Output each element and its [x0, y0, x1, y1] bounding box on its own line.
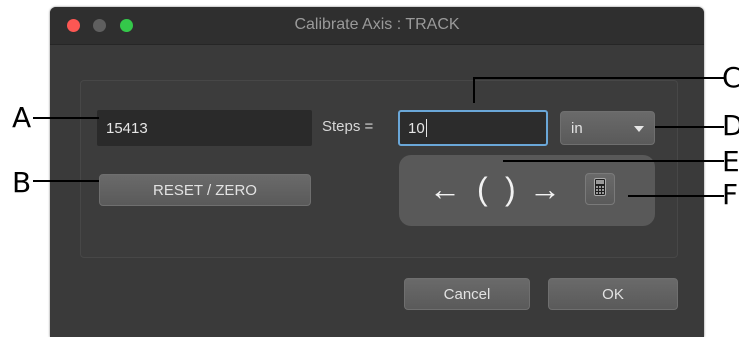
- ok-label: OK: [602, 285, 624, 303]
- title-bar: Calibrate Axis : TRACK: [50, 7, 704, 45]
- ok-button[interactable]: OK: [548, 278, 678, 310]
- steps-label: Steps =: [322, 118, 374, 135]
- paren-left-icon[interactable]: (: [477, 173, 488, 205]
- cancel-label: Cancel: [443, 285, 491, 303]
- callout-e-line: [503, 160, 724, 162]
- position-value: 15413: [106, 119, 148, 137]
- callout-e: E: [722, 145, 739, 178]
- unit-value: in: [571, 119, 583, 137]
- arrow-right-icon[interactable]: →: [529, 173, 561, 205]
- callout-c-line-v: [473, 77, 475, 103]
- callout-b: B: [12, 166, 32, 199]
- callout-c-line-h: [474, 77, 724, 79]
- chevron-down-icon: [634, 120, 644, 137]
- callout-d-line: [655, 126, 724, 128]
- callout-b-line: [33, 180, 99, 182]
- cancel-button[interactable]: Cancel: [404, 278, 530, 310]
- callout-f-line: [628, 195, 724, 197]
- calculator-icon: [594, 177, 606, 201]
- callout-a: A: [12, 101, 32, 134]
- paren-right-icon[interactable]: ): [505, 173, 516, 205]
- text-cursor: [425, 119, 427, 137]
- calculator-button[interactable]: [585, 173, 615, 205]
- reset-zero-button[interactable]: RESET / ZERO: [99, 174, 311, 206]
- callout-c: C: [722, 61, 739, 94]
- window-title: Calibrate Axis : TRACK: [294, 16, 460, 33]
- unit-select[interactable]: in: [560, 111, 655, 145]
- jog-panel: ← ( ) →: [399, 155, 655, 226]
- arrow-left-icon[interactable]: ←: [429, 173, 461, 205]
- callout-a-line: [33, 117, 99, 119]
- steps-input[interactable]: 10: [398, 110, 548, 146]
- callout-f: F: [722, 178, 739, 211]
- callout-d: D: [722, 109, 739, 142]
- steps-value: 10: [408, 119, 425, 137]
- reset-zero-label: RESET / ZERO: [153, 181, 257, 199]
- position-field[interactable]: 15413: [97, 110, 312, 146]
